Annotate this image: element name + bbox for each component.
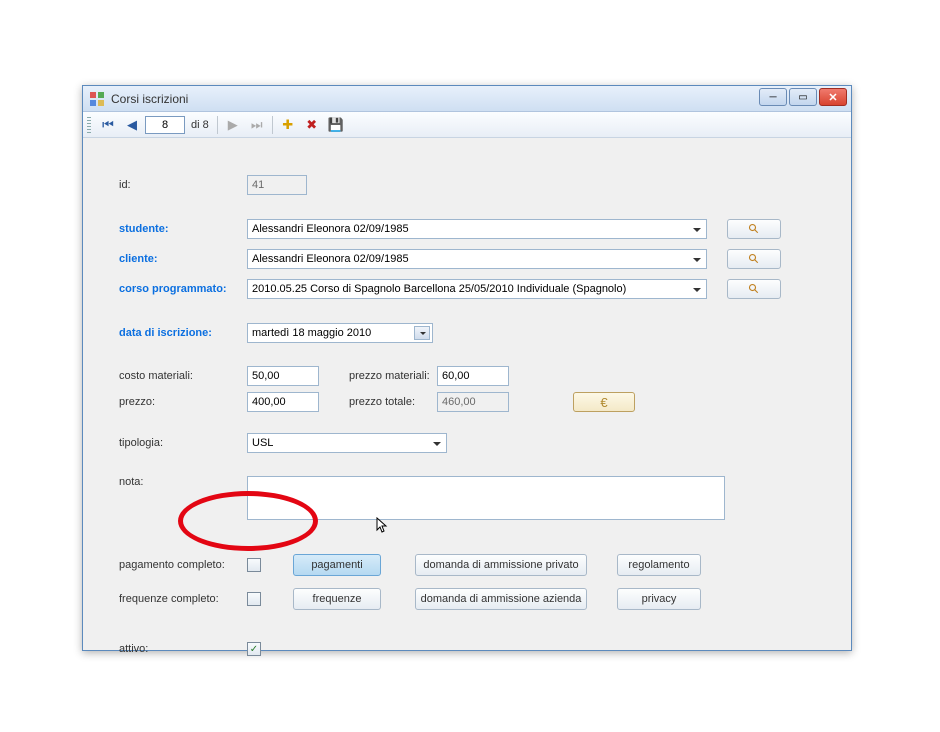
prezzo-totale-field: 460,00	[437, 392, 509, 412]
search-icon	[748, 283, 760, 295]
navigator-toolbar: ⏮ ◀ di 8 ▶ ⏭ ✚ ✖ 💾	[83, 112, 851, 138]
frequenze-completo-label: frequenze completo:	[119, 593, 247, 605]
last-record-button: ⏭	[246, 114, 268, 136]
attivo-label: attivo:	[119, 643, 247, 655]
nota-label: nota:	[119, 476, 247, 488]
costo-materiali-input[interactable]	[247, 366, 319, 386]
cliente-search-button[interactable]	[727, 249, 781, 269]
pagamento-completo-label: pagamento completo:	[119, 559, 247, 571]
regolamento-button[interactable]: regolamento	[617, 554, 701, 576]
prezzo-totale-label: prezzo totale:	[349, 396, 437, 408]
prezzo-input[interactable]	[247, 392, 319, 412]
prezzo-materiali-label: prezzo materiali:	[349, 370, 437, 382]
calendar-icon[interactable]	[414, 326, 430, 340]
app-icon	[89, 91, 105, 107]
search-icon	[748, 253, 760, 265]
frequenze-completo-checkbox[interactable]	[247, 592, 261, 606]
corso-label: corso programmato:	[119, 283, 247, 295]
toolbar-grip	[87, 117, 91, 133]
close-button[interactable]: ✕	[819, 88, 847, 106]
maximize-button[interactable]: ▭	[789, 88, 817, 106]
minimize-button[interactable]: ─	[759, 88, 787, 106]
nota-textarea[interactable]	[247, 476, 725, 520]
search-icon	[748, 223, 760, 235]
prezzo-materiali-input[interactable]	[437, 366, 509, 386]
attivo-checkbox[interactable]: ✓	[247, 642, 261, 656]
record-of-label: di 8	[187, 119, 213, 131]
first-record-button[interactable]: ⏮	[97, 114, 119, 136]
tipologia-dropdown[interactable]: USL	[247, 433, 447, 453]
data-iscrizione-label: data di iscrizione:	[119, 327, 247, 339]
corso-dropdown[interactable]: 2010.05.25 Corso di Spagnolo Barcellona …	[247, 279, 707, 299]
record-position-input[interactable]	[145, 116, 185, 134]
form-content: id: 41 studente: Alessandri Eleonora 02/…	[83, 138, 851, 688]
prezzo-label: prezzo:	[119, 396, 247, 408]
prev-record-button[interactable]: ◀	[121, 114, 143, 136]
domanda-privato-button[interactable]: domanda di ammissione privato	[415, 554, 587, 576]
cliente-dropdown[interactable]: Alessandri Eleonora 02/09/1985	[247, 249, 707, 269]
separator	[217, 116, 218, 134]
tipologia-label: tipologia:	[119, 437, 247, 449]
next-record-button: ▶	[222, 114, 244, 136]
cliente-label: cliente:	[119, 253, 247, 265]
costo-materiali-label: costo materiali:	[119, 370, 247, 382]
privacy-button[interactable]: privacy	[617, 588, 701, 610]
add-record-button[interactable]: ✚	[277, 114, 299, 136]
separator	[272, 116, 273, 134]
main-window: Corsi iscrizioni ─ ▭ ✕ ⏮ ◀ di 8 ▶ ⏭ ✚ ✖ …	[82, 85, 852, 651]
studente-label: studente:	[119, 223, 247, 235]
window-title: Corsi iscrizioni	[111, 92, 188, 106]
corso-search-button[interactable]	[727, 279, 781, 299]
domanda-azienda-button[interactable]: domanda di ammissione azienda	[415, 588, 587, 610]
euro-button[interactable]: €	[573, 392, 635, 412]
window-controls: ─ ▭ ✕	[759, 88, 847, 106]
frequenze-button[interactable]: frequenze	[293, 588, 381, 610]
id-field: 41	[247, 175, 307, 195]
pagamento-completo-checkbox[interactable]	[247, 558, 261, 572]
studente-dropdown[interactable]: Alessandri Eleonora 02/09/1985	[247, 219, 707, 239]
save-record-button[interactable]: 💾	[325, 114, 347, 136]
id-label: id:	[119, 179, 247, 191]
studente-search-button[interactable]	[727, 219, 781, 239]
pagamenti-button[interactable]: pagamenti	[293, 554, 381, 576]
titlebar[interactable]: Corsi iscrizioni ─ ▭ ✕	[83, 86, 851, 112]
delete-record-button[interactable]: ✖	[301, 114, 323, 136]
data-iscrizione-picker[interactable]: martedì 18 maggio 2010	[247, 323, 433, 343]
